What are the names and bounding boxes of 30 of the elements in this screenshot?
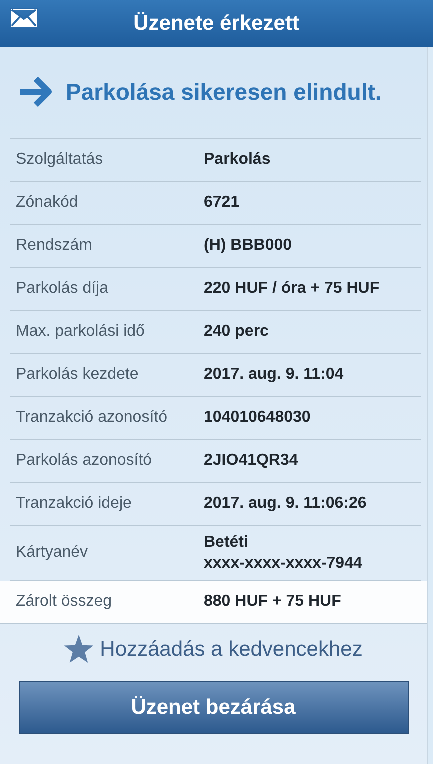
field-label: Parkolás azonosító: [16, 450, 154, 470]
field-label: Tranzakció ideje: [16, 494, 133, 514]
add-favorite-link[interactable]: Hozzáadás a kedvencekhez: [100, 634, 363, 665]
field-value: 2JIO41QR34: [204, 451, 298, 471]
field-value: 880 HUF + 75 HUF: [204, 592, 342, 612]
field-value: 6721: [204, 193, 240, 213]
field-label: Tranzakció azonosító: [16, 408, 168, 428]
star-icon: [64, 635, 94, 664]
arrow-right-icon: [18, 76, 54, 108]
field-label: Zárolt összeg: [16, 592, 114, 612]
field-label: Parkolás díja: [16, 278, 110, 298]
field-label: Parkolás kezdete: [16, 364, 140, 384]
field-label: Rendszám: [16, 236, 94, 256]
field-value: (H) BBB000: [204, 236, 292, 256]
field-value: 104010648030: [204, 408, 311, 428]
field-label: Max. parkolási idő: [16, 322, 146, 342]
status-message: Parkolása sikeresen elindult.: [66, 78, 382, 107]
field-value: 220 HUF / óra + 75 HUF: [204, 279, 380, 299]
field-value: 2017. aug. 9. 11:04: [204, 365, 344, 385]
envelope-icon: [10, 8, 38, 28]
field-label: Szolgáltatás: [16, 150, 104, 170]
close-message-button[interactable]: Üzenet bezárása: [18, 681, 408, 734]
window-title: Üzenete érkezett: [134, 10, 300, 37]
field-value: xxxx-xxxx-xxxx-7944: [204, 554, 362, 574]
field-label: Kártyanév: [16, 542, 90, 562]
field-value: 2017. aug. 9. 11:06:26: [204, 494, 367, 514]
field-value: Betéti: [204, 532, 250, 552]
field-label: Zónakód: [16, 192, 80, 212]
field-value: Parkolás: [204, 150, 271, 170]
field-value: 240 perc: [204, 322, 269, 342]
